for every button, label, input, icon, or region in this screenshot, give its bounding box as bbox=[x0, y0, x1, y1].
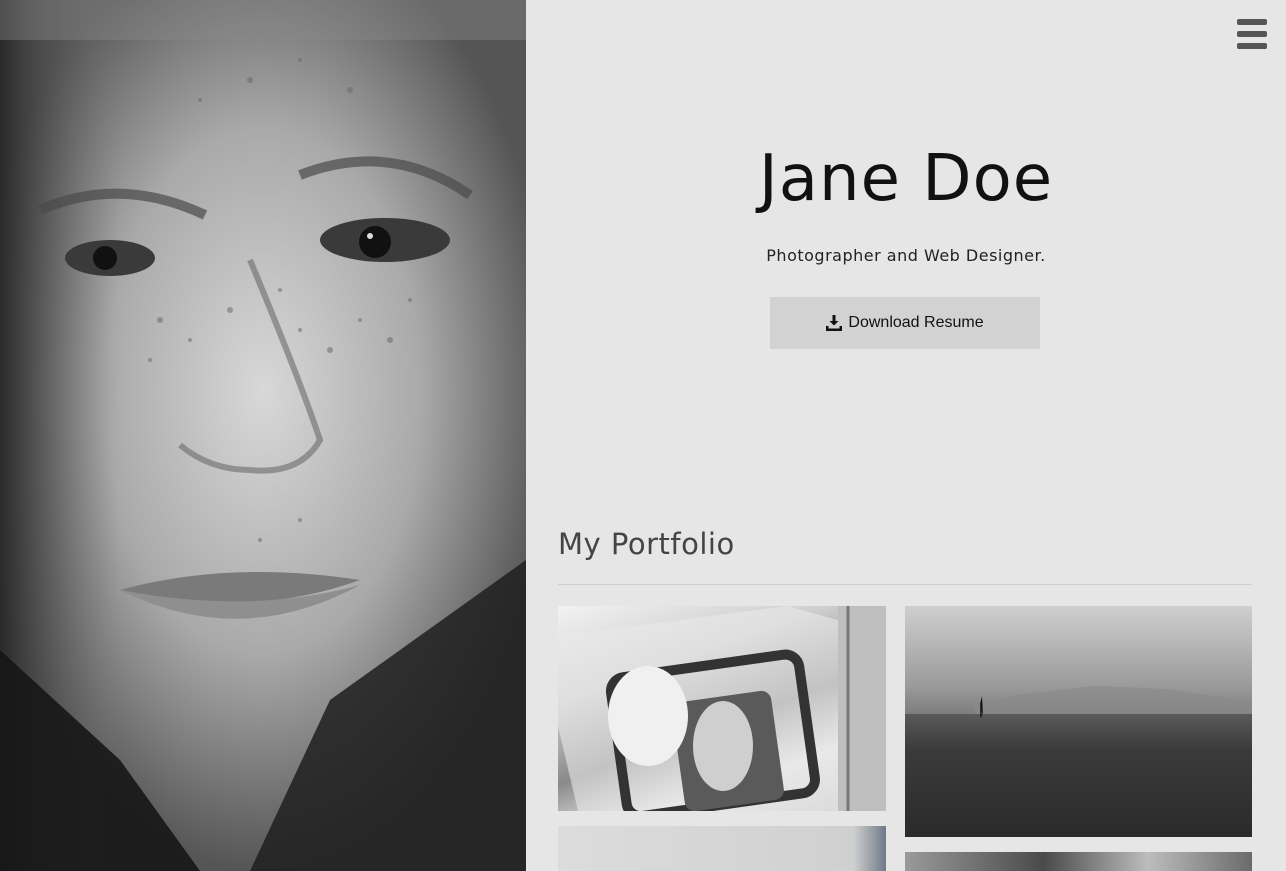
download-resume-label: Download Resume bbox=[848, 314, 984, 331]
hero-name: Jane Doe bbox=[758, 142, 1054, 216]
menu-bar-icon bbox=[1237, 19, 1267, 25]
hero-portrait-image bbox=[0, 0, 526, 871]
content-panel: Jane Doe Photographer and Web Designer. … bbox=[526, 0, 1286, 871]
page: Jane Doe Photographer and Web Designer. … bbox=[0, 0, 1286, 871]
wedding-car-photo[interactable] bbox=[558, 606, 886, 811]
download-resume-button[interactable]: Download Resume bbox=[770, 297, 1040, 349]
menu-bar-icon bbox=[1237, 43, 1267, 49]
menu-bar-icon bbox=[1237, 31, 1267, 37]
hamburger-menu-button[interactable] bbox=[1237, 19, 1267, 51]
section-divider bbox=[558, 584, 1252, 585]
portfolio-photo-3[interactable] bbox=[558, 826, 886, 871]
sea-sailboat-photo[interactable] bbox=[905, 606, 1252, 837]
portfolio-photo-4[interactable] bbox=[905, 852, 1252, 871]
hero-tagline: Photographer and Web Designer. bbox=[766, 246, 1046, 265]
portfolio-title: My Portfolio bbox=[558, 527, 735, 561]
download-icon bbox=[826, 315, 843, 331]
